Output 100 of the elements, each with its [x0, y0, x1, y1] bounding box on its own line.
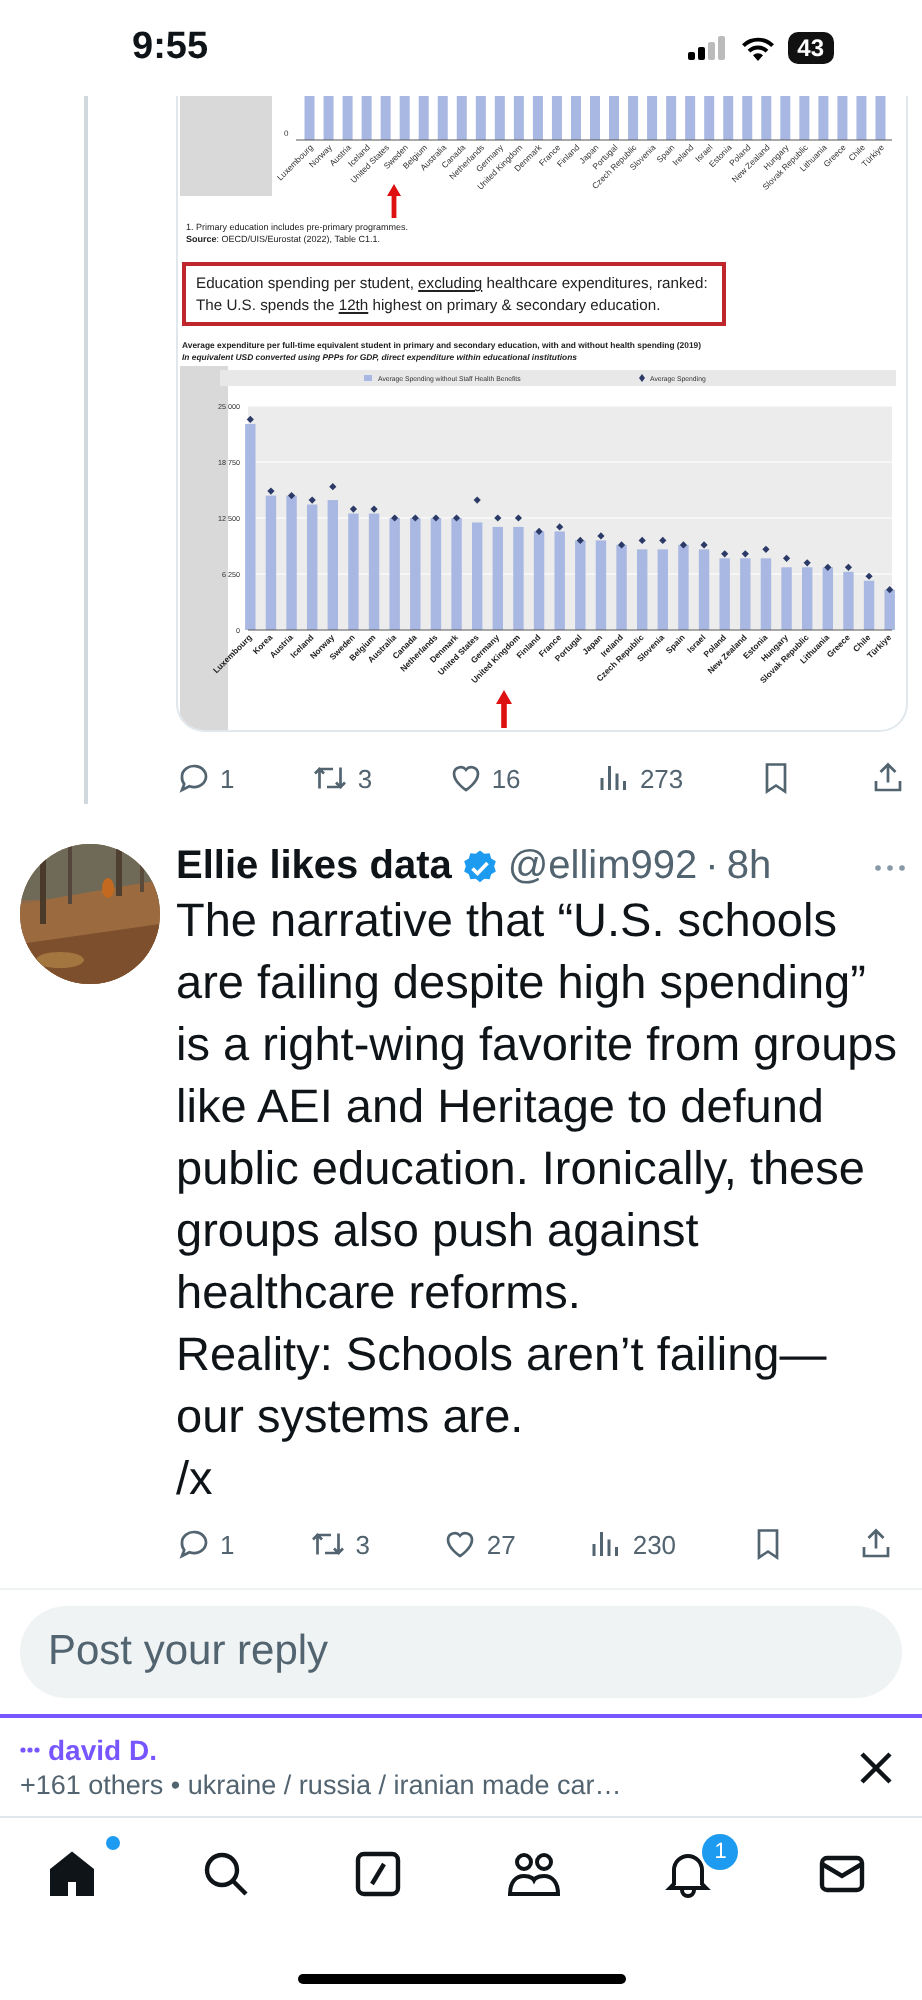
bar	[590, 96, 600, 140]
bar	[513, 526, 524, 630]
like-button[interactable]: 27	[442, 1526, 516, 1562]
notification-banner[interactable]: david D. +161 others • ukraine / russia / iranian made car…	[0, 1714, 922, 1818]
data-point	[411, 514, 419, 522]
share-button[interactable]	[870, 760, 906, 796]
data-point	[782, 554, 791, 562]
reply-icon	[176, 1526, 212, 1562]
data-point	[679, 541, 688, 549]
share-icon	[870, 760, 906, 796]
more-icon[interactable]	[874, 863, 906, 871]
like-button[interactable]: 16	[447, 760, 521, 796]
author-handle[interactable]: @ellim992	[507, 844, 698, 890]
share-icon	[857, 1526, 894, 1562]
arrow-icon	[387, 184, 401, 218]
bar	[742, 96, 753, 140]
bar	[348, 513, 359, 630]
bar	[494, 96, 505, 140]
bar	[304, 96, 315, 140]
bar	[342, 96, 353, 140]
reply-field[interactable]: Post your reply	[20, 1606, 902, 1698]
status-time: 9:55	[132, 26, 209, 70]
bar	[843, 571, 854, 630]
data-point	[638, 536, 646, 544]
author-name[interactable]: Ellie likes data	[176, 844, 452, 890]
bar	[799, 96, 810, 140]
data-point	[514, 514, 523, 522]
bar	[863, 580, 875, 630]
reply-button[interactable]: 1	[176, 760, 235, 796]
reply-button[interactable]: 1	[176, 1526, 235, 1562]
heart-icon	[442, 1526, 479, 1562]
repost-button[interactable]: 3	[309, 760, 373, 796]
bar	[875, 96, 886, 140]
close-icon[interactable]	[858, 1749, 894, 1785]
bar	[678, 544, 689, 630]
signal-icon	[687, 36, 728, 60]
notification-count: 1	[702, 1834, 739, 1870]
dots-icon	[20, 1746, 40, 1754]
bar	[570, 96, 581, 140]
bar	[802, 567, 813, 630]
bar	[761, 96, 772, 140]
bar	[781, 567, 792, 630]
shaded-area	[180, 96, 272, 196]
post-text: The narrative that “U.S. schools are failing despite high spending” is a right-wing favorite from groups like AEI and Heritage to defund public education. Ironically, these groups also push against healthcare reforms. Reality: Schools aren’t failing— our systems are. /x	[176, 892, 899, 1508]
bar	[609, 96, 620, 140]
battery-indicator: 43	[787, 32, 834, 64]
views-button[interactable]: 273	[595, 760, 684, 796]
bar	[472, 522, 483, 630]
slash-square-icon	[352, 1847, 405, 1899]
bar	[780, 96, 791, 140]
bar	[760, 558, 772, 630]
bar	[492, 526, 503, 630]
heart-icon	[447, 760, 484, 796]
bar	[685, 96, 696, 140]
notification-text: +161 others • ukraine / russia / iranian made car…	[20, 1770, 624, 1800]
bar	[723, 96, 734, 140]
data-point	[494, 514, 502, 522]
data-point	[391, 514, 399, 522]
bar	[418, 96, 429, 140]
bar	[389, 518, 400, 630]
bar	[647, 96, 658, 140]
bar	[513, 96, 524, 140]
wifi-icon	[739, 35, 776, 61]
data-point	[452, 514, 461, 522]
bar	[616, 544, 627, 630]
bar	[740, 558, 751, 630]
bar	[323, 96, 334, 140]
bar	[380, 96, 391, 140]
reply-icon	[176, 760, 212, 796]
post-image[interactable]	[176, 96, 908, 732]
bar	[327, 500, 338, 630]
bar	[704, 96, 715, 140]
bar	[551, 96, 562, 140]
views-button[interactable]: 230	[588, 1526, 677, 1562]
bar	[368, 513, 380, 630]
share-button[interactable]	[857, 1526, 894, 1562]
bar	[628, 96, 639, 140]
bar	[595, 540, 607, 630]
data-point	[432, 514, 440, 522]
notification-name: david D.	[48, 1734, 157, 1766]
bar	[361, 96, 372, 140]
data-point	[535, 527, 543, 536]
post-time: 8h	[726, 844, 772, 890]
repost-button[interactable]: 3	[307, 1526, 370, 1562]
data-point	[473, 496, 481, 504]
bar	[822, 567, 833, 630]
data-point	[762, 545, 770, 553]
views-icon	[595, 760, 632, 796]
bar	[884, 589, 895, 630]
data-point	[246, 415, 254, 424]
bar	[286, 495, 297, 630]
people-icon	[505, 1847, 562, 1899]
bar	[657, 549, 668, 630]
home-icon	[46, 1847, 99, 1899]
bar	[533, 531, 545, 630]
search-icon	[199, 1847, 252, 1899]
bar	[265, 495, 277, 630]
bar	[719, 558, 730, 630]
bar	[451, 518, 462, 630]
bar	[554, 531, 565, 630]
